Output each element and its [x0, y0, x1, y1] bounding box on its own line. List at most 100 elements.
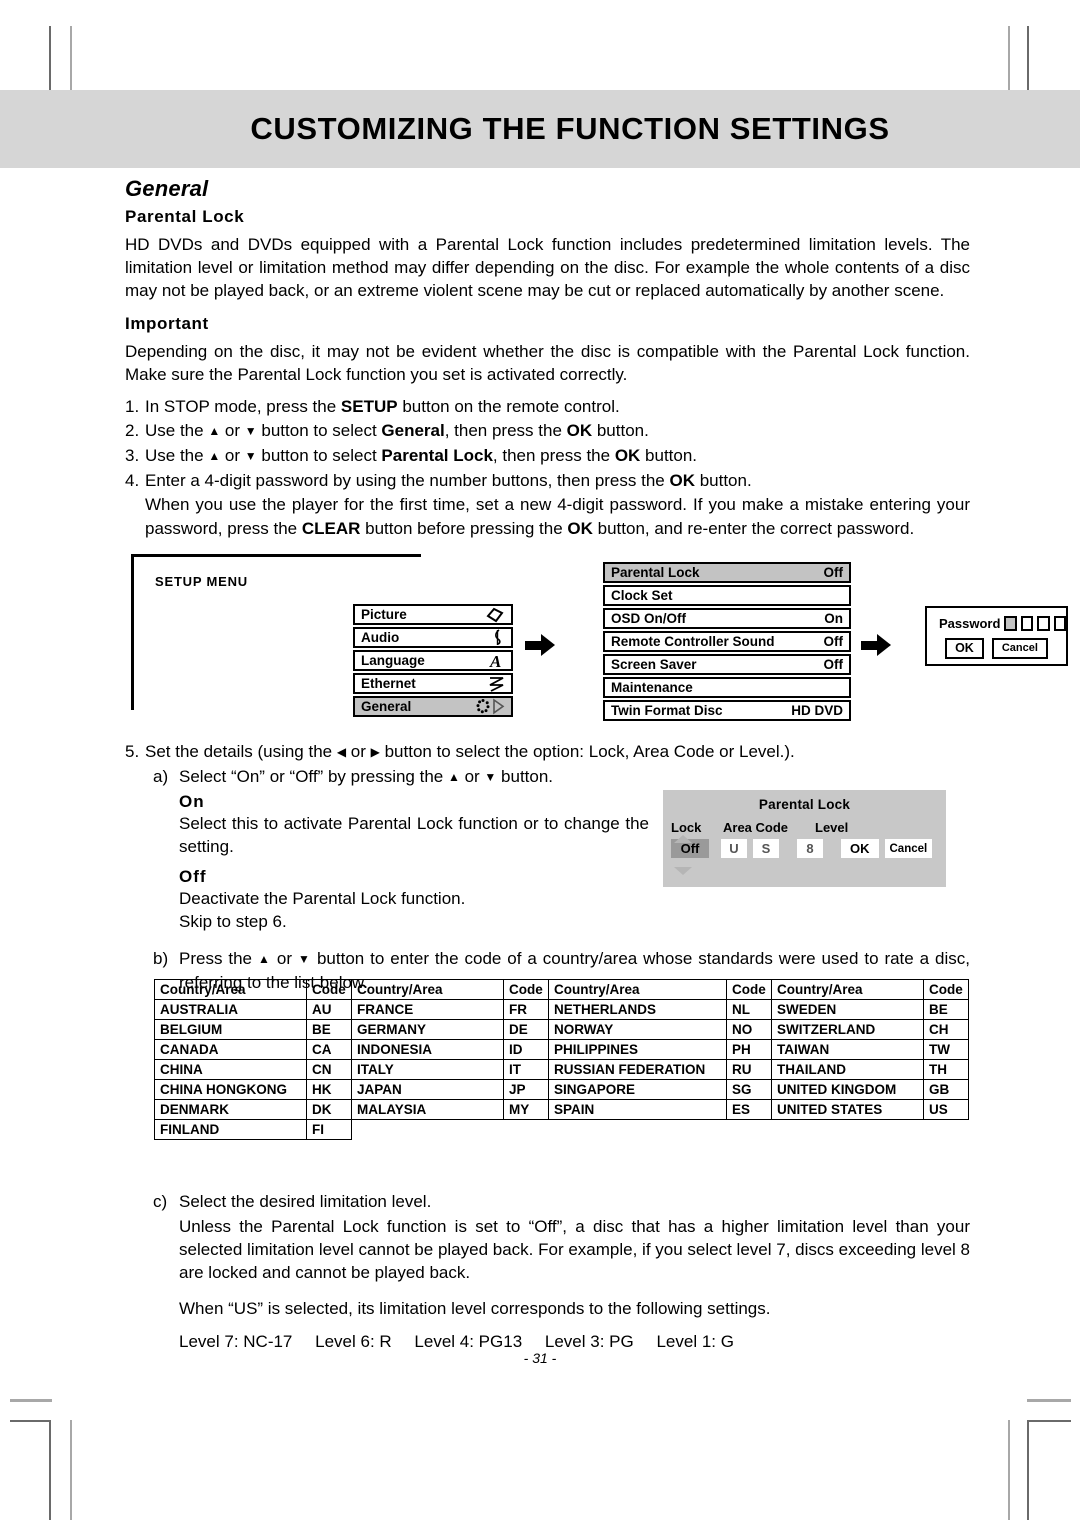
cell-country: FRANCE — [351, 999, 504, 1020]
cell-country: DENMARK — [154, 1099, 307, 1120]
cell-country: SWITZERLAND — [771, 1019, 924, 1040]
arrow-right-icon-1 — [525, 634, 555, 656]
setup-item-label: Picture — [361, 607, 407, 622]
step-4-text: Enter a 4-digit password by using the nu… — [145, 470, 970, 538]
setup-menu-list: Picture Audio Language A Ethernet Genera… — [353, 604, 513, 719]
step-3-text: Use the ▲ or ▼ button to select Parental… — [145, 446, 698, 466]
cell-code: JP — [503, 1079, 549, 1100]
page-number: - 31 - — [523, 1350, 557, 1366]
zigzag-icon — [471, 675, 505, 692]
spinner-up-arrow-icon[interactable] — [674, 835, 692, 843]
osd-area-code-1[interactable]: U — [721, 839, 747, 858]
cell-country: FINLAND — [154, 1119, 307, 1140]
setup-item-picture[interactable]: Picture — [353, 604, 513, 625]
cell-country: BELGIUM — [154, 1019, 307, 1040]
general-item-twin-format-disc[interactable]: Twin Format Disc HD DVD — [603, 700, 851, 721]
password-digit-4[interactable] — [1053, 616, 1066, 631]
table-row: CHINA HONGKONG HK JAPAN JP SINGAPORE SG … — [154, 1079, 969, 1100]
setup-item-language[interactable]: Language A — [353, 650, 513, 671]
level-4: Level 4: PG13 — [414, 1332, 523, 1352]
cell-blank — [924, 1120, 969, 1140]
general-item-maintenance[interactable]: Maintenance — [603, 677, 851, 698]
setup-item-label: General — [361, 699, 412, 714]
step-1-number: 1. — [125, 396, 140, 416]
osd-title: Parental Lock — [758, 797, 851, 812]
setup-menu-diagram: SETUP MENU Picture Audio Language A Ethe… — [125, 548, 1068, 728]
arrow-right-icon-2 — [861, 634, 891, 656]
level-6: Level 6: R — [315, 1332, 392, 1352]
diagram-rule-horizontal — [131, 554, 421, 557]
cell-blank — [504, 1120, 549, 1140]
general-item-remote-controller-sound[interactable]: Remote Controller Sound Off — [603, 631, 851, 652]
table-row: FINLAND FI — [154, 1119, 969, 1140]
cell-code: ES — [726, 1099, 772, 1120]
general-item-osd-on-off[interactable]: OSD On/Off On — [603, 608, 851, 629]
cell-code: MY — [503, 1099, 549, 1120]
section-subheading: Parental Lock — [125, 207, 245, 226]
general-item-screen-saver[interactable]: Screen Saver Off — [603, 654, 851, 675]
crop-mark-br-v — [1027, 1420, 1029, 1520]
on-label: On — [179, 791, 205, 811]
setup-item-audio[interactable]: Audio — [353, 627, 513, 648]
cell-country: RUSSIAN FEDERATION — [548, 1059, 727, 1080]
password-buttons: OK Cancel — [927, 638, 1066, 659]
country-table-body: Country/Area Code Country/Area Code Coun… — [154, 979, 969, 1140]
step-5c-number: c) — [153, 1192, 168, 1211]
cell-country: ITALY — [351, 1059, 504, 1080]
cell-country: GERMANY — [351, 1019, 504, 1040]
step-1: 1. In STOP mode, press the SETUP button … — [125, 395, 970, 419]
general-item-label: OSD On/Off — [611, 611, 686, 626]
general-item-label: Twin Format Disc — [611, 703, 723, 718]
cell-code: DE — [503, 1019, 549, 1040]
cell-country: SPAIN — [548, 1099, 727, 1120]
cell-country: NETHERLANDS — [548, 999, 727, 1020]
osd-ok-button[interactable]: OK — [841, 839, 879, 858]
table-row: AUSTRALIA AU FRANCE FR NETHERLANDS NL SW… — [154, 999, 969, 1020]
step-5a-number: a) — [153, 766, 169, 786]
general-item-parental-lock[interactable]: Parental Lock Off — [603, 562, 851, 583]
general-item-value: On — [824, 611, 843, 626]
step-5a-text: Select “On” or “Off” by pressing the ▲ o… — [179, 766, 554, 786]
cell-code: BE — [923, 999, 969, 1020]
general-menu-list: Parental Lock Off Clock Set OSD On/Off O… — [603, 562, 851, 723]
setup-item-label: Audio — [361, 630, 400, 645]
step-3-number: 3. — [125, 446, 140, 466]
level-3: Level 3: PG — [544, 1332, 634, 1352]
step-4: 4. Enter a 4-digit password by using the… — [125, 469, 970, 540]
password-digit-3[interactable] — [1037, 616, 1050, 631]
setup-item-general[interactable]: General — [353, 696, 513, 717]
steps-list: 1. In STOP mode, press the SETUP button … — [125, 395, 970, 541]
important-heading: Important — [125, 314, 209, 334]
step-5a: a) Select “On” or “Off” by pressing the … — [153, 765, 970, 789]
setup-item-ethernet[interactable]: Ethernet — [353, 673, 513, 694]
password-digit-1[interactable] — [1004, 616, 1017, 631]
step-1-text: In STOP mode, press the SETUP button on … — [145, 396, 620, 416]
general-item-value: Off — [823, 657, 844, 672]
osd-level-value[interactable]: 8 — [797, 839, 823, 858]
cell-country: NORWAY — [548, 1019, 727, 1040]
intro-paragraph: HD DVDs and DVDs equipped with a Parenta… — [125, 235, 970, 301]
svg-text:A: A — [489, 652, 501, 669]
password-cancel-button[interactable]: Cancel — [991, 638, 1048, 659]
music-note-icon — [471, 629, 505, 646]
table-row: CANADA CA INDONESIA ID PHILIPPINES PH TA… — [154, 1039, 969, 1060]
cell-country: AUSTRALIA — [154, 999, 307, 1020]
diamond-icon — [471, 607, 505, 623]
th-code-4: Code — [923, 979, 969, 1000]
crop-mark-br-h — [1027, 1420, 1071, 1422]
general-item-clock-set[interactable]: Clock Set — [603, 585, 851, 606]
password-ok-button[interactable]: OK — [945, 638, 984, 659]
table-row: CHINA CN ITALY IT RUSSIAN FEDERATION RU … — [154, 1059, 969, 1080]
general-item-label: Screen Saver — [611, 657, 697, 672]
country-code-table: Country/Area Code Country/Area Code Coun… — [154, 979, 969, 1140]
cell-code: ID — [503, 1039, 549, 1060]
password-digit-2[interactable] — [1020, 616, 1034, 631]
osd-cancel-button[interactable]: Cancel — [884, 839, 933, 858]
us-settings-paragraph: When “US” is selected, its limitation le… — [179, 1299, 771, 1319]
cell-code: TH — [923, 1059, 969, 1080]
spinner-down-arrow-icon[interactable] — [674, 867, 692, 875]
osd-header-lock: Lock — [671, 820, 702, 835]
cell-code: IT — [503, 1059, 549, 1080]
osd-area-code-2[interactable]: S — [753, 839, 779, 858]
cell-code: US — [923, 1099, 969, 1120]
